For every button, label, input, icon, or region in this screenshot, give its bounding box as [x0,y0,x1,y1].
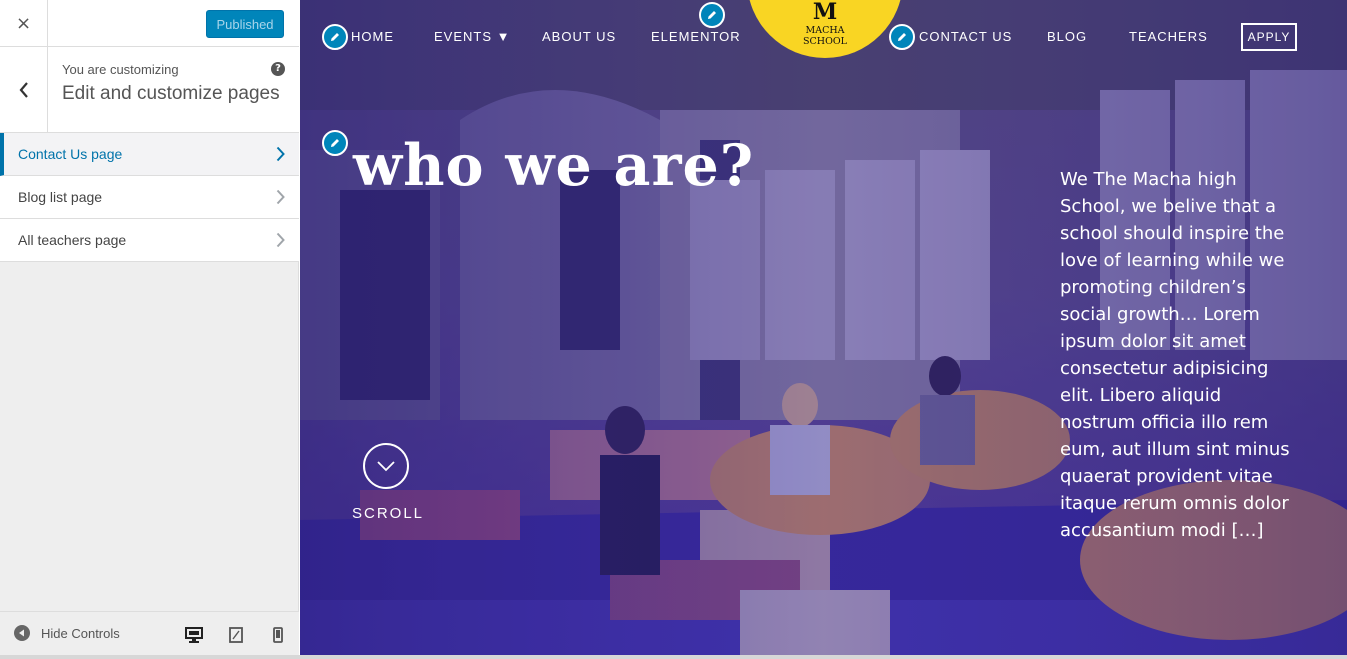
logo-text: MACHA SCHOOL [747,25,903,47]
chevron-right-icon [276,189,285,205]
desktop-icon [185,627,203,643]
section-title: Edit and customize pages [62,83,280,104]
section-title-panel: You are customizing ? Edit and customize… [0,47,299,133]
mobile-icon [273,627,283,643]
tablet-icon [229,627,243,643]
nav-elementor[interactable]: ELEMENTOR [651,29,741,44]
menu-item-all-teachers-page[interactable]: All teachers page [0,219,299,262]
hero-title: who we are? [353,132,755,199]
nav-home[interactable]: HOME [351,29,394,44]
sidebar-footer: Hide Controls [0,611,299,659]
customizing-label: You are customizing [62,62,179,77]
scroll-down-button[interactable] [363,443,409,489]
edit-menu-pencil-icon[interactable] [322,24,348,50]
published-button[interactable]: Published [206,10,284,38]
chevron-down-icon [377,461,395,472]
hide-controls-button[interactable]: Hide Controls [14,625,120,641]
chevron-right-icon [276,232,285,248]
preview-tablet-button[interactable] [226,625,246,645]
back-button[interactable] [0,47,48,132]
logo-mark: M [812,0,838,25]
apply-button[interactable]: APPLY [1241,23,1297,51]
logo-line-2: SCHOOL [803,36,847,47]
menu-item-contact-us-page[interactable]: Contact Us page [0,133,299,176]
edit-logo-pencil-icon[interactable] [699,2,725,28]
chevron-right-icon [276,146,285,162]
scroll-label[interactable]: SCROLL [352,505,424,522]
sidebar-header: × Published [0,0,299,47]
menu-item-label: All teachers page [18,232,127,248]
logo-line-1: MACHA [805,25,845,36]
nav-teachers[interactable]: TEACHERS [1129,29,1208,44]
edit-title-pencil-icon[interactable] [322,130,348,156]
taskbar-strip [0,655,1347,659]
help-icon[interactable]: ? [271,62,285,76]
edit-menu-pencil-icon[interactable] [889,24,915,50]
collapse-arrow-icon [14,625,30,641]
preview-desktop-button[interactable] [173,625,215,659]
customizer-sidebar: × Published You are customizing ? Edit a… [0,0,299,659]
hero-description: We The Macha high School, we belive that… [1060,169,1290,541]
site-preview: HOME EVENTS ▼ ABOUT US ELEMENTOR M MACHA… [300,0,1347,659]
close-customizer-button[interactable]: × [0,0,48,46]
menu-item-label: Contact Us page [18,146,123,162]
menu-item-label: Blog list page [18,189,103,205]
chevron-left-icon [19,81,28,98]
nav-events[interactable]: EVENTS ▼ [434,29,511,44]
preview-mobile-button[interactable] [268,625,288,645]
hide-controls-label: Hide Controls [41,625,120,641]
nav-about-us[interactable]: ABOUT US [542,29,616,44]
nav-contact-us[interactable]: CONTACT US [919,29,1012,44]
nav-blog[interactable]: BLOG [1047,29,1087,44]
pages-menu: Contact Us page Blog list page All teach… [0,133,299,262]
menu-item-blog-list-page[interactable]: Blog list page [0,176,299,219]
